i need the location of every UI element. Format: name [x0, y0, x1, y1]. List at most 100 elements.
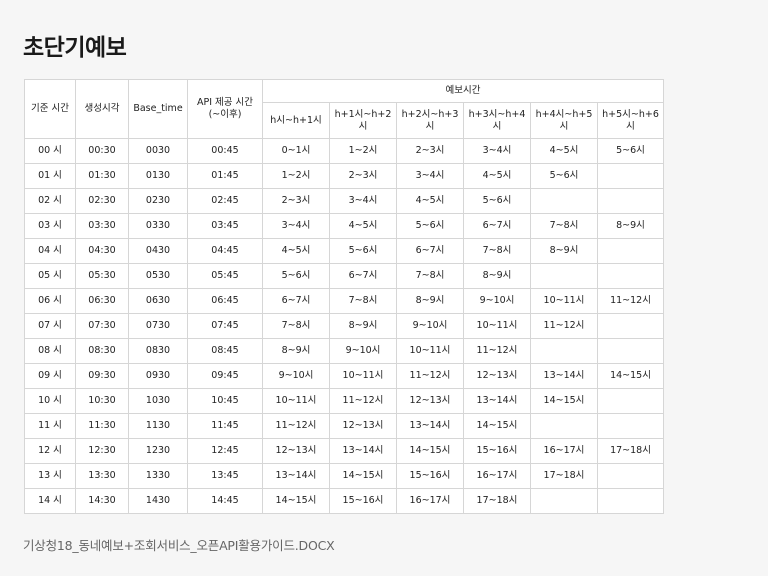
cell-forecast-2: 11~12시	[396, 363, 464, 389]
cell-forecast-4	[530, 488, 598, 514]
forecast-table-container: 기준 시간 생성시각 Base_time API 제공 시간 (~이후) 예보시…	[24, 79, 665, 514]
cell-forecast-0: 9~10시	[262, 363, 330, 389]
cell-forecast-1: 6~7시	[329, 263, 397, 289]
cell-forecast-2: 3~4시	[396, 163, 464, 189]
header-api-time: API 제공 시간 (~이후)	[187, 79, 263, 139]
cell-forecast-5	[596, 263, 665, 289]
cell-forecast-4: 10~11시	[530, 288, 598, 314]
cell-forecast-5	[596, 238, 665, 264]
cell-forecast-0: 13~14시	[262, 463, 330, 489]
cell-created: 03:30	[75, 213, 129, 239]
cell-created: 01:30	[75, 163, 129, 189]
cell-forecast-1: 5~6시	[329, 238, 397, 264]
cell-base-time: 0430	[128, 238, 188, 264]
cell-forecast-5: 8~9시	[596, 213, 665, 239]
header-row-1: 기준 시간 생성시각 Base_time API 제공 시간 (~이후) 예보시…	[24, 79, 665, 139]
cell-created: 12:30	[75, 438, 129, 464]
cell-created: 06:30	[75, 288, 129, 314]
cell-forecast-0: 7~8시	[262, 313, 330, 339]
cell-base-time: 0330	[128, 213, 188, 239]
cell-forecast-4: 16~17시	[530, 438, 598, 464]
header-forecast-4: h+4시~h+5시	[530, 102, 598, 139]
cell-forecast-3: 4~5시	[463, 163, 531, 189]
cell-base-time: 0230	[128, 188, 188, 214]
cell-created: 09:30	[75, 363, 129, 389]
header-base-hour: 기준 시간	[24, 79, 76, 139]
cell-created: 05:30	[75, 263, 129, 289]
cell-forecast-3: 3~4시	[463, 138, 531, 164]
cell-forecast-3: 10~11시	[463, 313, 531, 339]
header-forecast-1: h+1시~h+2시	[329, 102, 397, 139]
header-forecast-5: h+5시~h+6시	[596, 102, 665, 139]
cell-forecast-4	[530, 413, 598, 439]
cell-created: 10:30	[75, 388, 129, 414]
cell-created: 08:30	[75, 338, 129, 364]
cell-api-time: 03:45	[187, 213, 263, 239]
cell-forecast-4: 11~12시	[530, 313, 598, 339]
cell-created: 00:30	[75, 138, 129, 164]
cell-forecast-2: 4~5시	[396, 188, 464, 214]
cell-base-hour: 01 시	[24, 163, 76, 189]
table-row: 09 시 09:30 0930 09:45 9~10시 10~11시 11~12시 12~13…	[24, 363, 665, 389]
cell-base-time: 1130	[128, 413, 188, 439]
cell-base-time: 0830	[128, 338, 188, 364]
cell-api-time: 13:45	[187, 463, 263, 489]
cell-base-hour: 12 시	[24, 438, 76, 464]
cell-forecast-2: 15~16시	[396, 463, 464, 489]
cell-forecast-2: 2~3시	[396, 138, 464, 164]
cell-forecast-1: 12~13시	[329, 413, 397, 439]
cell-forecast-5	[596, 313, 665, 339]
table-row: 01 시 01:30 0130 01:45 1~2시 2~3시 3~4시 4~5시 5~6시	[24, 163, 665, 189]
cell-forecast-4: 14~15시	[530, 388, 598, 414]
cell-api-time: 05:45	[187, 263, 263, 289]
cell-forecast-2: 6~7시	[396, 238, 464, 264]
cell-created: 13:30	[75, 463, 129, 489]
cell-created: 11:30	[75, 413, 129, 439]
cell-forecast-2: 5~6시	[396, 213, 464, 239]
cell-forecast-3: 17~18시	[463, 488, 531, 514]
cell-forecast-4: 5~6시	[530, 163, 598, 189]
cell-api-time: 06:45	[187, 288, 263, 314]
header-forecast-group: 예보시간	[261, 79, 665, 103]
cell-api-time: 14:45	[187, 488, 263, 514]
cell-forecast-4: 8~9시	[530, 238, 598, 264]
cell-forecast-1: 4~5시	[329, 213, 397, 239]
cell-forecast-4: 17~18시	[530, 463, 598, 489]
cell-forecast-5: 11~12시	[596, 288, 665, 314]
cell-forecast-2: 16~17시	[396, 488, 464, 514]
cell-forecast-2: 10~11시	[396, 338, 464, 364]
cell-base-time: 0930	[128, 363, 188, 389]
cell-api-time: 01:45	[187, 163, 263, 189]
cell-api-time: 02:45	[187, 188, 263, 214]
cell-base-hour: 00 시	[24, 138, 76, 164]
cell-forecast-0: 1~2시	[262, 163, 330, 189]
cell-forecast-0: 12~13시	[262, 438, 330, 464]
cell-forecast-2: 8~9시	[396, 288, 464, 314]
cell-forecast-2: 12~13시	[396, 388, 464, 414]
cell-forecast-5: 5~6시	[596, 138, 665, 164]
cell-forecast-1: 11~12시	[329, 388, 397, 414]
table-row: 05 시 05:30 0530 05:45 5~6시 6~7시 7~8시 8~9시	[24, 263, 665, 289]
cell-forecast-5	[596, 413, 665, 439]
header-forecast-3: h+3시~h+4시	[463, 102, 531, 139]
cell-api-time: 09:45	[187, 363, 263, 389]
table-row: 13 시 13:30 1330 13:45 13~14시 14~15시 15~16시 16~1…	[24, 463, 665, 489]
cell-forecast-5	[596, 388, 665, 414]
cell-forecast-3: 14~15시	[463, 413, 531, 439]
table-row: 10 시 10:30 1030 10:45 10~11시 11~12시 12~13시 13~1…	[24, 388, 665, 414]
cell-forecast-4	[530, 188, 598, 214]
cell-forecast-2: 7~8시	[396, 263, 464, 289]
cell-base-hour: 11 시	[24, 413, 76, 439]
cell-base-hour: 05 시	[24, 263, 76, 289]
table-row: 00 시 00:30 0030 00:45 0~1시 1~2시 2~3시 3~4시 4~5시 5~…	[24, 138, 665, 164]
cell-forecast-1: 13~14시	[329, 438, 397, 464]
cell-forecast-3: 11~12시	[463, 338, 531, 364]
table-row: 03 시 03:30 0330 03:45 3~4시 4~5시 5~6시 6~7시 7~8시 8~…	[24, 213, 665, 239]
cell-forecast-2: 9~10시	[396, 313, 464, 339]
cell-forecast-5	[596, 163, 665, 189]
source-caption: 기상청18_동네예보+조회서비스_오픈API활용가이드.DOCX	[23, 538, 335, 553]
cell-forecast-0: 5~6시	[262, 263, 330, 289]
header-base-time: Base_time	[128, 79, 188, 139]
cell-base-hour: 07 시	[24, 313, 76, 339]
cell-forecast-1: 8~9시	[329, 313, 397, 339]
